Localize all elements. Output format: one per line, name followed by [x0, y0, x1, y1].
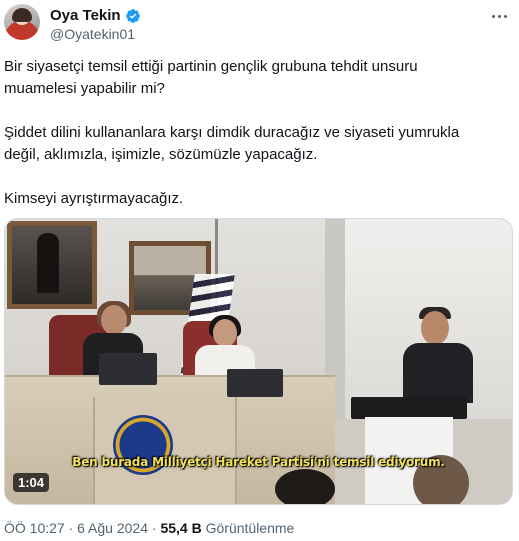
tweet-meta: ÖÖ 10:27 · 6 Ağu 2024 · 55,4 B Görüntüle… [4, 520, 294, 536]
portrait-frame [7, 221, 97, 309]
verified-badge-icon [125, 8, 140, 23]
tweet-paragraph: Bir siyasetçi temsil ettiği partinin gen… [4, 58, 418, 97]
views-count: 55,4 B [160, 520, 202, 536]
views-label: Görüntülenme [205, 520, 295, 536]
tweet-paragraph: Şiddet dilini kullananlara karşı dimdik … [4, 124, 460, 163]
name-row: Oya Tekin [50, 7, 141, 24]
avatar[interactable] [4, 4, 40, 40]
tweet-date[interactable]: 6 Ağu 2024 [77, 520, 148, 536]
handle[interactable]: @Oyatekin01 [50, 26, 135, 42]
meta-separator: · [68, 520, 74, 536]
more-options-icon[interactable] [489, 6, 509, 26]
video-duration: 1:04 [13, 473, 50, 492]
meta-separator: · [151, 520, 157, 536]
video-player[interactable]: Ben burada Milliyetçi Hareket Partisi'ni… [4, 218, 513, 505]
tweet-paragraph: Kimseyi ayrıştırmayacağız. [4, 190, 184, 207]
video-subtitle: Ben burada Milliyetçi Hareket Partisi'ni… [72, 455, 445, 469]
tweet-time[interactable]: ÖÖ 10:27 [4, 520, 65, 536]
tweet-header: Oya Tekin @Oyatekin01 [4, 4, 511, 46]
display-name[interactable]: Oya Tekin [50, 7, 121, 24]
